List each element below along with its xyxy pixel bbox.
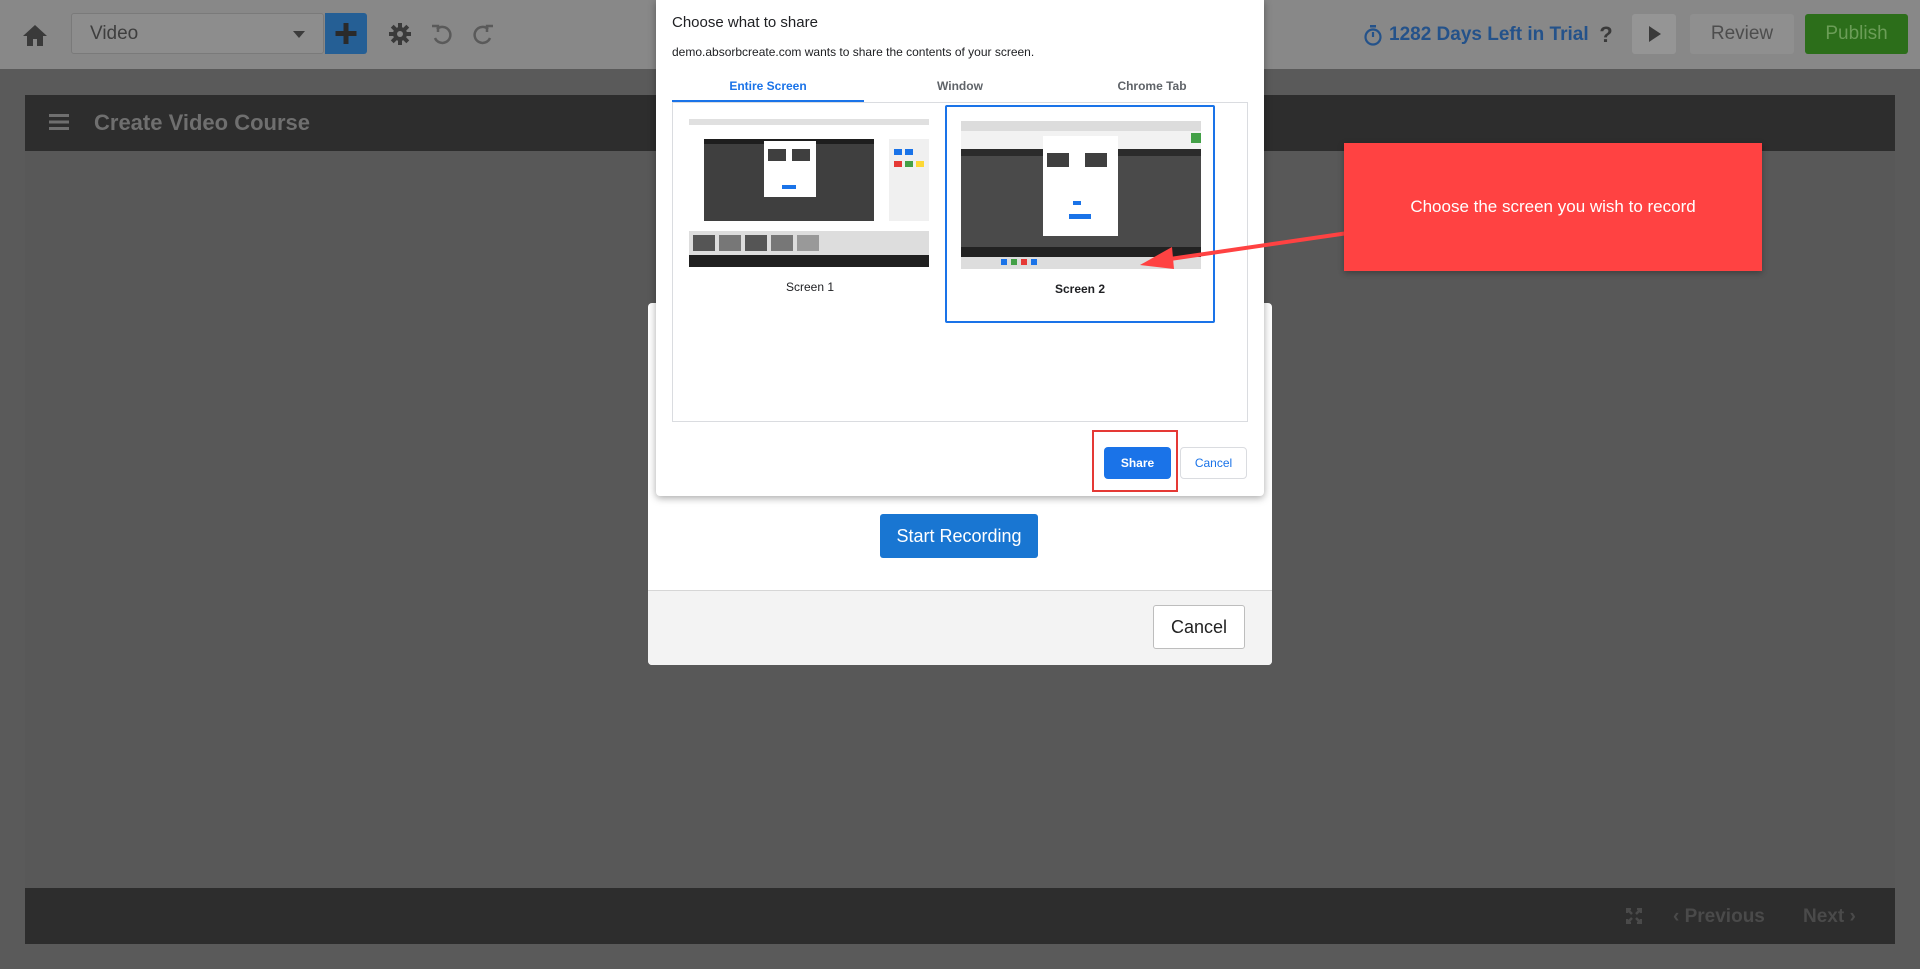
chevron-left-icon: ‹	[1673, 906, 1685, 927]
next-button[interactable]: Next ›	[1803, 902, 1856, 932]
help-icon[interactable]: ?	[1592, 20, 1620, 50]
share-dialog-subtitle: demo.absorbcreate.com wants to share the…	[672, 45, 1035, 59]
screen-1-thumbnail	[689, 119, 929, 267]
course-title: Create Video Course	[94, 110, 311, 135]
redo-icon[interactable]	[470, 21, 496, 47]
record-modal-cancel-button[interactable]: Cancel	[1153, 605, 1245, 649]
course-type-value: Video	[90, 23, 139, 44]
play-icon	[1649, 26, 1661, 42]
fullscreen-icon[interactable]	[1626, 908, 1642, 924]
screen-1-label: Screen 1	[785, 280, 835, 294]
chevron-down-icon	[293, 31, 305, 38]
course-footer: ‹ Previous Next ›	[25, 888, 1895, 944]
hamburger-menu-icon[interactable]	[49, 114, 69, 130]
trial-text: 1282 Days Left in Trial	[1389, 24, 1589, 45]
home-icon[interactable]	[20, 20, 50, 50]
share-button-highlight	[1092, 430, 1178, 492]
screen-option-2[interactable]: Screen 2	[945, 105, 1215, 323]
callout-arrow	[1140, 231, 1349, 269]
tab-entire-screen[interactable]: Entire Screen	[672, 76, 864, 102]
share-cancel-button[interactable]: Cancel	[1180, 447, 1247, 479]
review-button[interactable]: Review	[1690, 14, 1794, 54]
tab-chrome-tab[interactable]: Chrome Tab	[1056, 76, 1248, 102]
share-dialog-title: Choose what to share	[672, 14, 818, 31]
trial-status[interactable]: 1282 Days Left in Trial	[1363, 20, 1589, 50]
gear-icon[interactable]	[387, 21, 413, 47]
chevron-right-icon: ›	[1844, 906, 1856, 927]
share-source-tabs: Entire Screen Window Chrome Tab	[672, 76, 1248, 102]
screen-2-label: Screen 2	[1054, 282, 1106, 296]
preview-play-button[interactable]	[1632, 14, 1676, 54]
publish-button[interactable]: Publish	[1805, 14, 1908, 54]
previous-button[interactable]: ‹ Previous	[1673, 902, 1765, 932]
undo-icon[interactable]	[429, 21, 455, 47]
screen-option-1[interactable]: Screen 1	[675, 105, 945, 323]
add-button[interactable]	[325, 13, 367, 54]
tab-window[interactable]: Window	[864, 76, 1056, 102]
plus-icon	[335, 23, 357, 44]
previous-label: Previous	[1684, 906, 1765, 927]
stopwatch-icon	[1364, 25, 1382, 46]
next-label: Next	[1803, 906, 1845, 927]
instruction-callout: Choose the screen you wish to record	[1344, 143, 1762, 271]
course-type-select[interactable]: Video	[71, 13, 324, 54]
start-recording-button[interactable]: Start Recording	[880, 514, 1038, 558]
